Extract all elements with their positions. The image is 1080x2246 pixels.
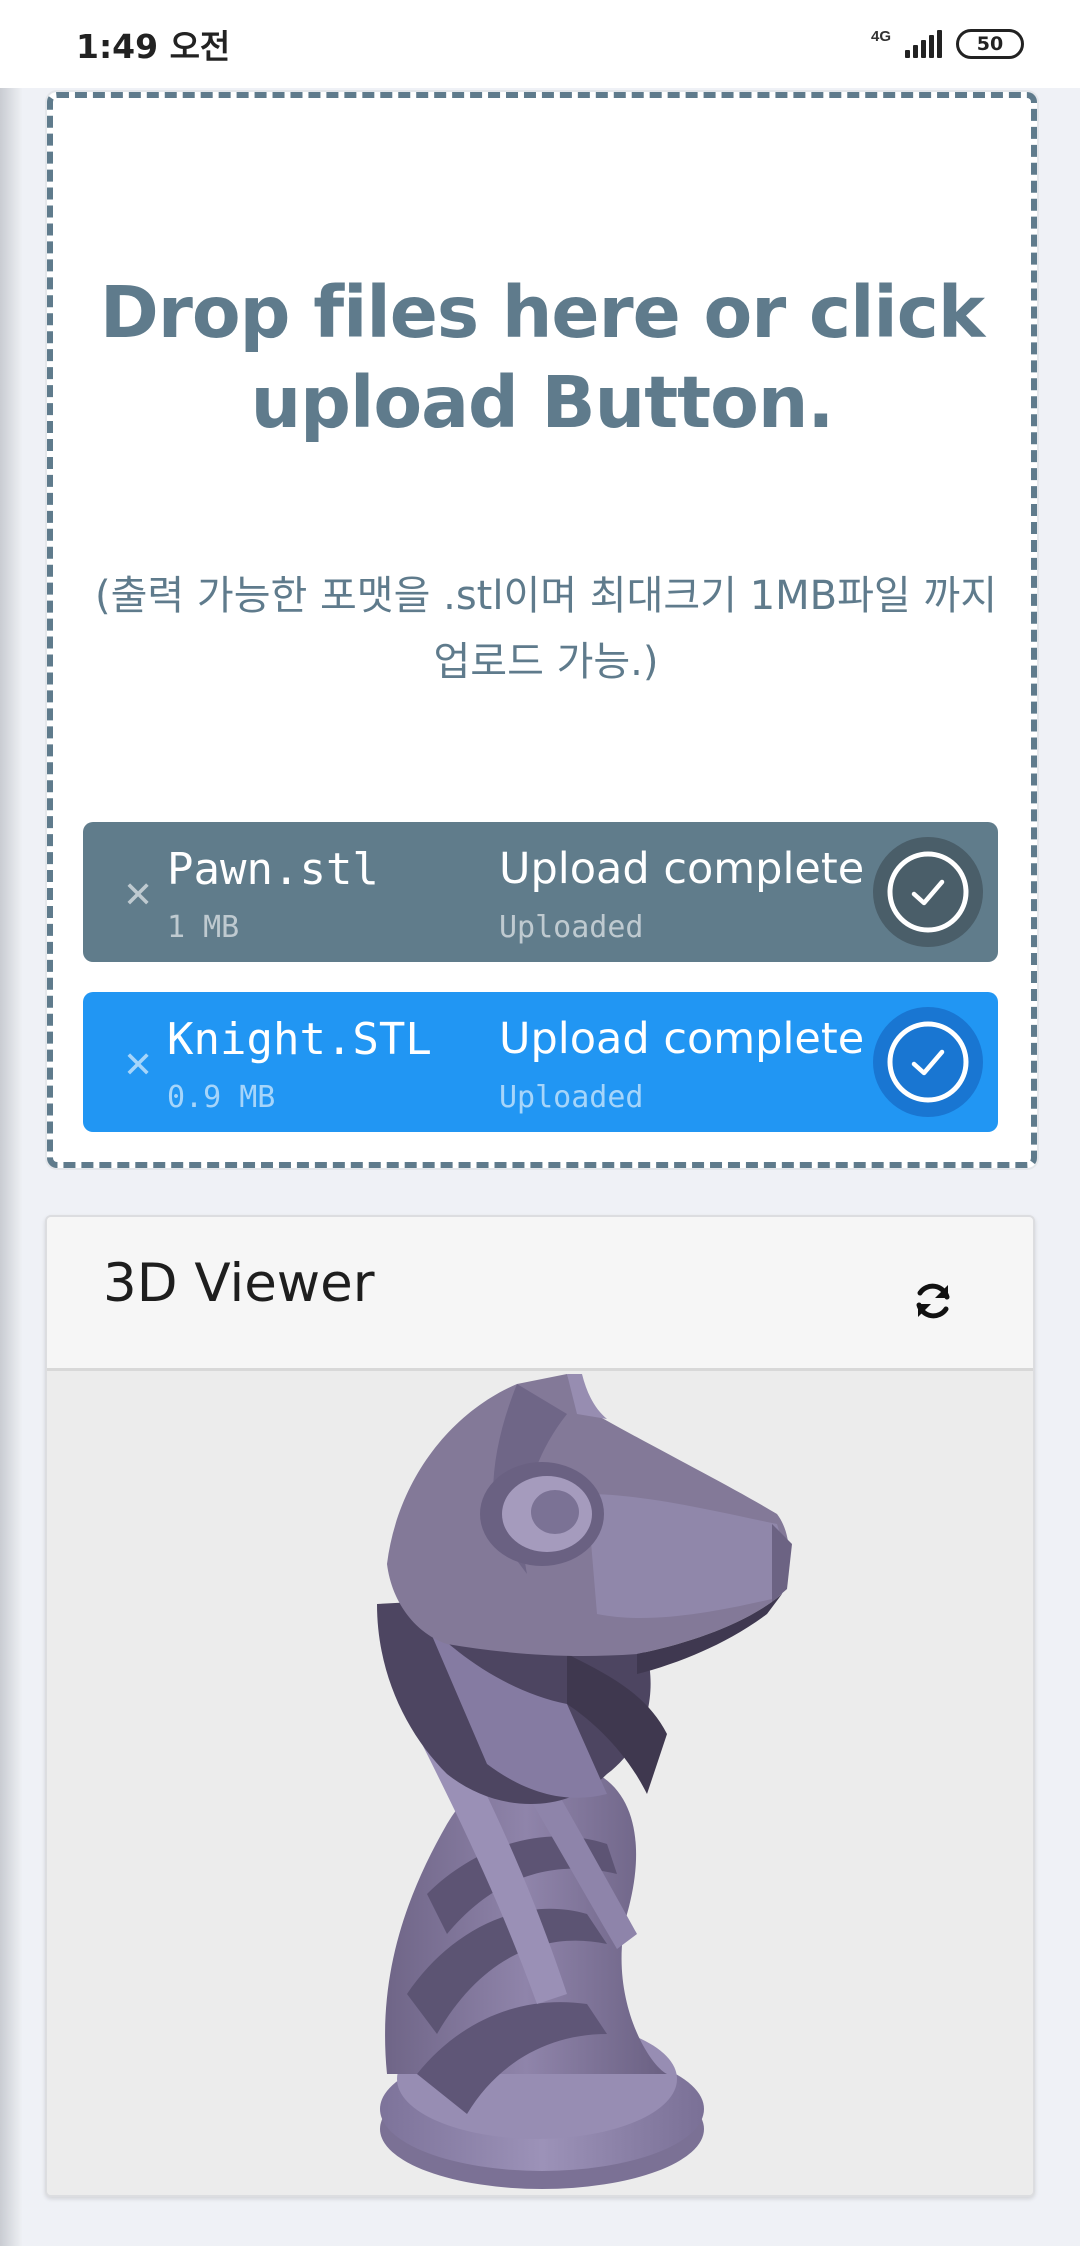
viewer-title: 3D Viewer: [103, 1253, 375, 1314]
file-size: 0.9 MB: [167, 1080, 276, 1115]
battery-level: 50: [976, 33, 1004, 55]
signal-icon: [905, 30, 942, 58]
refresh-icon[interactable]: [905, 1273, 961, 1329]
network-type: 4G: [870, 27, 891, 45]
status-bar: 1:49 오전 4G 50: [0, 0, 1080, 88]
file-substatus: Uploaded: [499, 1080, 644, 1115]
file-name: Knight.STL: [167, 1014, 432, 1065]
file-status: Upload complete: [499, 1014, 865, 1064]
remove-file-button[interactable]: ✕: [123, 878, 153, 914]
file-item-knight: ✕ Knight.STL 0.9 MB Upload complete Uplo…: [83, 992, 998, 1132]
file-dropzone[interactable]: Drop files here or click upload Button. …: [47, 92, 1037, 1168]
status-icons: 4G 50: [871, 29, 1024, 59]
dropzone-subtitle: (출력 가능한 포맷을 .stl이며 최대크기 1MB파일 까지 업로드 가능.…: [94, 573, 998, 685]
battery-icon: 50: [956, 29, 1024, 59]
viewer-header: 3D Viewer: [47, 1217, 1033, 1371]
file-status: Upload complete: [499, 844, 865, 894]
check-icon: [873, 1007, 983, 1117]
remove-file-button[interactable]: ✕: [123, 1048, 153, 1084]
knight-model: [377, 1374, 792, 2189]
file-item-pawn: ✕ Pawn.stl 1 MB Upload complete Uploaded: [83, 822, 998, 962]
dropzone-title: Drop files here or click upload Button.: [99, 271, 985, 444]
3d-viewer-canvas[interactable]: [47, 1374, 1033, 2195]
viewer-card: 3D Viewer: [45, 1215, 1035, 2197]
file-size: 1 MB: [167, 910, 240, 945]
status-time: 1:49 오전: [76, 27, 231, 66]
file-name: Pawn.stl: [167, 844, 379, 895]
side-drawer-edge: [0, 88, 22, 2246]
file-substatus: Uploaded: [499, 910, 644, 945]
check-icon: [873, 837, 983, 947]
